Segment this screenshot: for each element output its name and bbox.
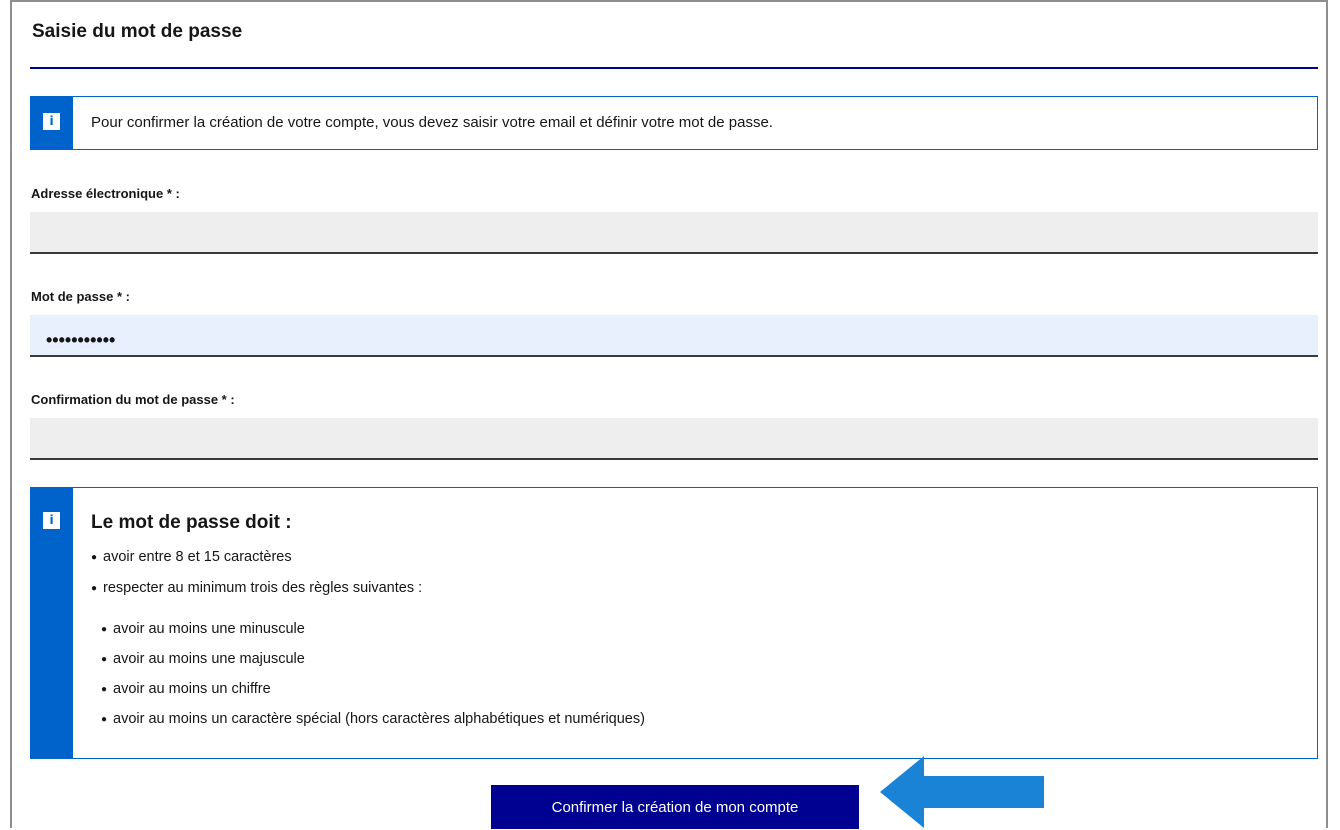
title-divider [30,67,1318,69]
bullet-icon: ● [91,583,98,594]
info-icon: i [43,113,60,130]
info-callout-bar: i [31,97,73,149]
rule-subitem: ● avoir au moins un caractère spécial (ho… [101,711,645,727]
confirm-password-label: Confirmation du mot de passe * : [31,392,235,407]
password-field[interactable] [30,315,1318,357]
email-label: Adresse électronique * : [31,186,180,201]
bullet-icon: ● [101,624,108,635]
password-rules-callout: i Le mot de passe doit : ● avoir entre 8 … [30,487,1318,759]
rules-callout-bar: i [31,488,73,758]
rule-subitem: ● avoir au moins une majuscule [101,651,305,667]
info-callout-text: Pour confirmer la création de votre comp… [91,114,773,131]
rule-subitem: ● avoir au moins un chiffre [101,681,271,697]
rules-title: Le mot de passe doit : [91,512,292,533]
rule-item: ● avoir entre 8 et 15 caractères [91,549,292,565]
info-icon: i [43,512,60,529]
bullet-icon: ● [101,654,108,665]
confirm-account-button[interactable]: Confirmer la création de mon compte [491,785,859,829]
email-field[interactable] [30,212,1318,254]
bullet-icon: ● [101,714,108,725]
rule-item: ● respecter au minimum trois des règles s… [91,580,423,596]
bullet-icon: ● [101,684,108,695]
bullet-icon: ● [91,552,98,563]
password-label: Mot de passe * : [31,289,130,304]
page-title: Saisie du mot de passe [32,21,243,42]
confirm-password-field[interactable] [30,418,1318,460]
info-callout: i Pour confirmer la création de votre co… [30,96,1318,150]
arrow-left-icon [880,756,1044,828]
rule-subitem: ● avoir au moins une minuscule [101,621,305,637]
